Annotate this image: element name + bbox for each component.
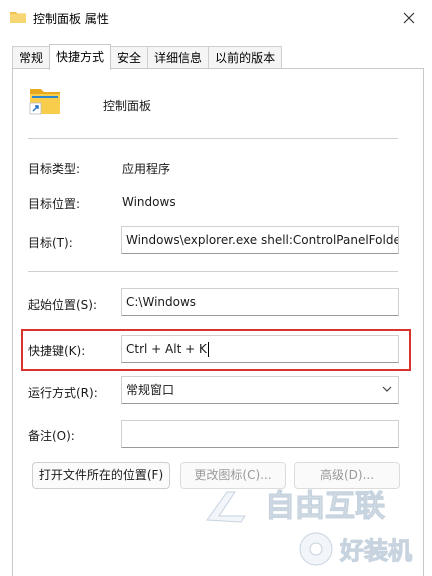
comment-field[interactable] [121, 420, 399, 448]
title-bar: 控制面板 属性 [0, 0, 432, 36]
chevron-down-icon [382, 386, 392, 392]
divider [28, 138, 398, 139]
start-in-field[interactable]: C:\Windows [121, 288, 399, 316]
folder-shortcut-icon [29, 89, 60, 115]
window-title: 控制面板 属性 [33, 12, 109, 26]
watermark-text: 自由互联 [265, 489, 385, 524]
target-field-value: Windows\explorer.exe shell:ControlPanelF… [126, 233, 399, 247]
tab-security[interactable]: 安全 [110, 46, 149, 69]
target-type-label: 目标类型: [28, 162, 81, 176]
target-location-label: 目标位置: [28, 197, 81, 211]
close-icon [403, 12, 415, 24]
run-select[interactable]: 常规窗口 [121, 376, 399, 404]
target-label: 目标(T): [28, 236, 73, 250]
tab-previous-versions[interactable]: 以前的版本 [208, 46, 283, 69]
target-field[interactable]: Windows\explorer.exe shell:ControlPanelF… [121, 226, 399, 254]
watermark-text-2: 好装机 [339, 537, 412, 565]
tab-general[interactable]: 常规 [12, 46, 51, 69]
run-label: 运行方式(R): [28, 386, 98, 400]
target-location-value: Windows [122, 195, 176, 209]
close-button[interactable] [396, 6, 422, 30]
tab-strip: 常规 快捷方式 安全 详细信息 以前的版本 [12, 44, 283, 70]
open-file-location-button[interactable]: 打开文件所在的位置(F) [32, 462, 170, 489]
folder-icon [10, 12, 26, 23]
tab-details[interactable]: 详细信息 [147, 46, 210, 69]
divider [28, 271, 398, 272]
comment-label: 备注(O): [28, 429, 75, 443]
watermark-logo-2: 好装机 [299, 532, 413, 566]
highlight-box [21, 329, 411, 371]
run-select-value: 常规窗口 [126, 383, 175, 397]
start-in-label: 起始位置(S): [28, 298, 98, 312]
tab-shortcut[interactable]: 快捷方式 [49, 44, 112, 70]
target-type-value: 应用程序 [122, 162, 171, 176]
shortcut-name: 控制面板 [103, 99, 152, 113]
start-in-field-value: C:\Windows [126, 295, 197, 309]
